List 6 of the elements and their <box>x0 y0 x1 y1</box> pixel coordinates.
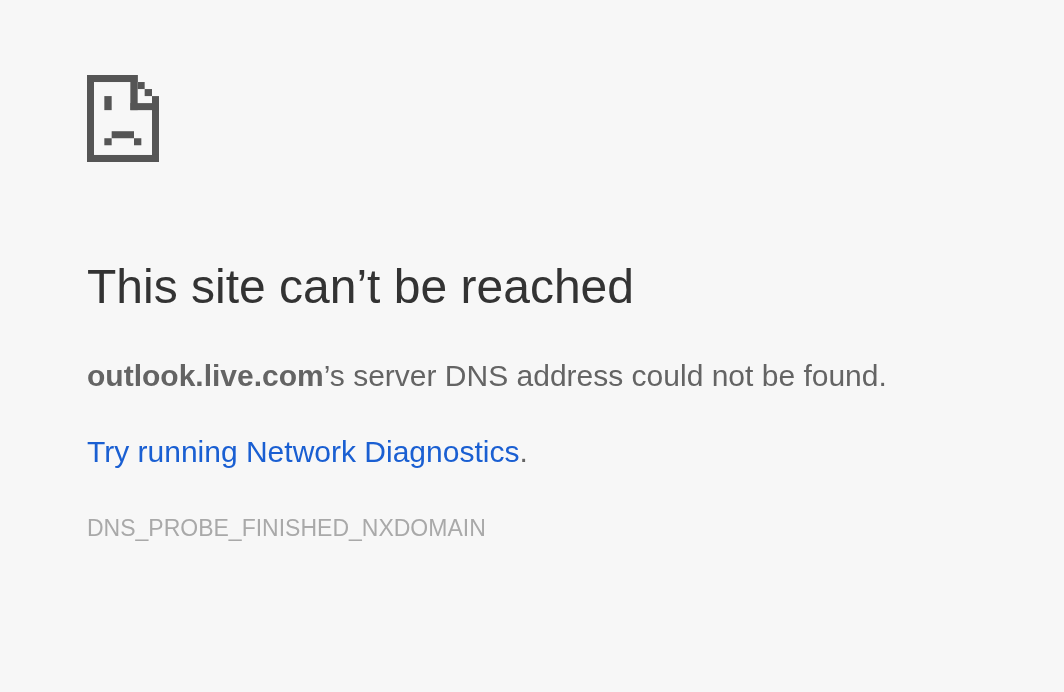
diagnostics-link[interactable]: Try running Network Diagnostics <box>87 435 520 468</box>
suggestion-text: Try running Network Diagnostics. <box>87 434 529 470</box>
error-code: DNS_PROBE_FINISHED_NXDOMAIN <box>87 514 487 542</box>
sad-page-icon <box>87 75 159 162</box>
error-message: outlook.live.com’s server DNS address could not be found. <box>87 358 888 394</box>
page-heading: This site can’t be reached <box>87 259 635 315</box>
